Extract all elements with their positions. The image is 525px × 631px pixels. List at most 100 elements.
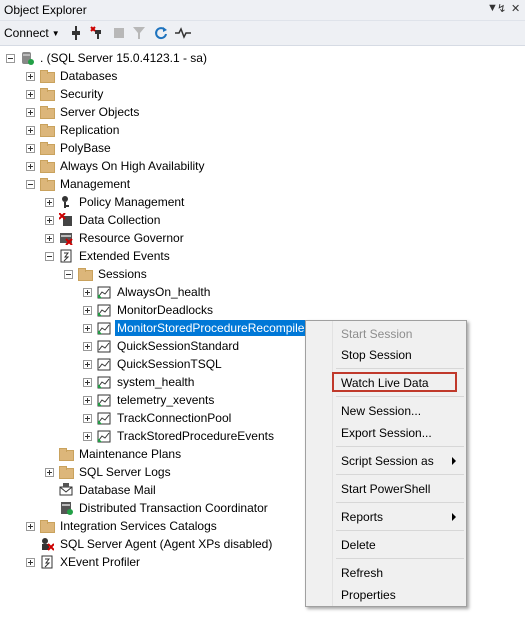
session-item[interactable]: AlwaysOn_health (83, 283, 212, 301)
tree-node-extended-events[interactable]: Extended Events (45, 247, 172, 265)
stop-icon[interactable] (112, 24, 126, 42)
session-icon (96, 392, 112, 408)
disconnect-icon[interactable] (89, 24, 105, 42)
session-item[interactable]: MonitorDeadlocks (83, 301, 215, 319)
menu-item-refresh[interactable]: Refresh (341, 564, 383, 582)
tree-node-integration-services[interactable]: Integration Services Catalogs (26, 517, 219, 535)
folder-icon (39, 122, 55, 138)
session-item[interactable]: system_health (83, 373, 196, 391)
tree-node-sql-agent[interactable]: SQL Server Agent (Agent XPs disabled) (26, 535, 274, 553)
tree-node-polybase[interactable]: PolyBase (26, 139, 113, 157)
expand-icon[interactable] (83, 305, 92, 315)
tree-node-server-objects[interactable]: Server Objects (26, 103, 141, 121)
tree-label-root: . (SQL Server 15.0.4123.1 - sa) (40, 51, 207, 65)
connect-label: Connect (4, 26, 49, 40)
expand-icon[interactable] (83, 431, 92, 441)
close-icon[interactable]: ✕ (511, 2, 520, 15)
xevent-profiler-icon (39, 554, 55, 570)
session-label: system_health (117, 375, 195, 389)
session-label: MonitorDeadlocks (117, 303, 214, 317)
session-item-selected[interactable]: MonitorStoredProcedureRecompile (83, 319, 308, 337)
menu-item-properties[interactable]: Properties (341, 586, 396, 604)
collapse-icon[interactable] (64, 269, 73, 279)
session-item[interactable]: TrackStoredProcedureEvents (83, 427, 276, 445)
expand-icon[interactable] (26, 521, 35, 531)
menu-item-stop-session[interactable]: Stop Session (341, 346, 412, 364)
tree-node-management[interactable]: Management (26, 175, 132, 193)
expand-icon[interactable] (26, 125, 35, 135)
expand-icon[interactable] (26, 89, 35, 99)
tree-node-sql-server-logs[interactable]: SQL Server Logs (45, 463, 173, 481)
menu-item-start-powershell[interactable]: Start PowerShell (341, 480, 430, 498)
session-icon (96, 338, 112, 354)
distributed-transaction-icon (58, 500, 74, 516)
activity-monitor-icon[interactable] (174, 24, 192, 42)
connect-button[interactable]: Connect ▼ (4, 24, 60, 42)
menu-item-script-session-as[interactable]: Script Session as (341, 452, 434, 470)
session-icon (96, 320, 112, 336)
expand-icon[interactable] (26, 107, 35, 117)
session-label: TrackConnectionPool (117, 411, 232, 425)
tree-label-server-objects: Server Objects (60, 105, 140, 119)
expand-icon[interactable] (45, 197, 54, 207)
expand-icon[interactable] (26, 71, 35, 81)
collapse-icon[interactable] (6, 53, 15, 63)
folder-icon (39, 158, 55, 174)
session-item[interactable]: telemetry_xevents (83, 391, 216, 409)
policy-icon (58, 194, 74, 210)
tree-node-data-collection[interactable]: Data Collection (45, 211, 162, 229)
session-label: MonitorStoredProcedureRecompile (113, 319, 308, 337)
session-icon (96, 410, 112, 426)
expand-icon[interactable] (45, 233, 54, 243)
connect-icon[interactable] (68, 24, 84, 42)
tree-node-xevent-profiler[interactable]: XEvent Profiler (26, 553, 142, 571)
dropdown-icon[interactable]: ↯ (497, 2, 506, 15)
tree-node-sessions[interactable]: Sessions (64, 265, 149, 283)
menu-item-new-session[interactable]: New Session... (341, 402, 421, 420)
folder-icon (39, 86, 55, 102)
tree-label-always-on: Always On High Availability (60, 159, 205, 173)
session-item[interactable]: QuickSessionTSQL (83, 355, 224, 373)
menu-item-export-session[interactable]: Export Session... (341, 424, 432, 442)
tree-node-security[interactable]: Security (26, 85, 105, 103)
expand-icon[interactable] (45, 467, 54, 477)
expand-icon[interactable] (45, 215, 54, 225)
expand-icon[interactable] (26, 161, 35, 171)
tree-node-policy-management[interactable]: Policy Management (45, 193, 186, 211)
expand-icon[interactable] (83, 287, 92, 297)
tree-label-extended-events: Extended Events (79, 249, 170, 263)
tree-node-distributed-tx[interactable]: Distributed Transaction Coordinator (45, 499, 270, 517)
tree-node-replication[interactable]: Replication (26, 121, 121, 139)
session-item[interactable]: TrackConnectionPool (83, 409, 233, 427)
expand-icon[interactable] (83, 413, 92, 423)
expand-icon[interactable] (83, 341, 92, 351)
expand-icon[interactable] (83, 359, 92, 369)
refresh-icon[interactable] (153, 24, 169, 42)
server-icon (19, 50, 35, 66)
expand-icon[interactable] (83, 323, 92, 333)
tree-node-resource-governor[interactable]: Resource Governor (45, 229, 186, 247)
folder-icon (58, 446, 74, 462)
tree-node-database-mail[interactable]: Database Mail (45, 481, 158, 499)
expand-icon[interactable] (83, 395, 92, 405)
tree-label-polybase: PolyBase (60, 141, 111, 155)
session-item[interactable]: QuickSessionStandard (83, 337, 241, 355)
tree-node-always-on[interactable]: Always On High Availability (26, 157, 207, 175)
collapse-icon[interactable] (26, 179, 35, 189)
tree-node-root[interactable]: . (SQL Server 15.0.4123.1 - sa) (6, 49, 209, 67)
expand-icon[interactable] (26, 557, 35, 567)
tree-label-integration-services: Integration Services Catalogs (60, 519, 217, 533)
menu-item-start-session[interactable]: Start Session (341, 325, 412, 343)
expand-icon[interactable] (83, 377, 92, 387)
session-label: telemetry_xevents (117, 393, 215, 407)
tree-label-security: Security (60, 87, 104, 101)
window-title: Object Explorer (4, 3, 87, 17)
tree-node-maintenance-plans[interactable]: Maintenance Plans (45, 445, 183, 463)
menu-item-delete[interactable]: Delete (341, 536, 376, 554)
tree-node-databases[interactable]: Databases (26, 67, 119, 85)
expand-icon[interactable] (26, 143, 35, 153)
tree-label-databases: Databases (60, 69, 118, 83)
collapse-icon[interactable] (45, 251, 54, 261)
menu-item-reports[interactable]: Reports (341, 508, 383, 526)
filter-icon[interactable] (132, 24, 146, 42)
